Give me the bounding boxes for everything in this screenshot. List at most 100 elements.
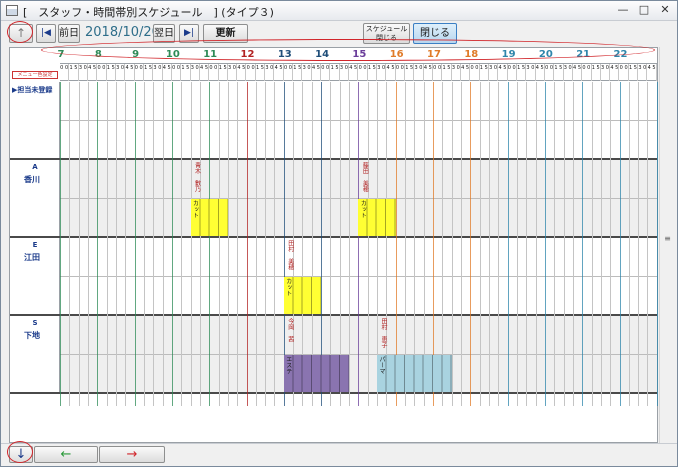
grid-line — [647, 82, 649, 406]
grid-line — [237, 82, 239, 406]
form-icon — [6, 5, 18, 16]
grid-line — [134, 82, 136, 406]
appointment-customer-name[interactable]: 田村 恵子 — [379, 318, 388, 348]
grid-line — [563, 82, 565, 406]
next-day-button[interactable]: 翌日 — [153, 24, 175, 43]
hour-label: 13 — [277, 49, 292, 60]
last-day-button[interactable]: ▶| — [179, 24, 199, 43]
minute-label: 0 0 — [470, 64, 480, 81]
minute-label: 1 5 — [517, 64, 527, 81]
scroll-up-button[interactable]: ↑ — [9, 24, 33, 43]
minute-label: 3 0 — [191, 64, 200, 81]
grid-line — [516, 82, 518, 406]
app-window: [ スタッフ・時間帯別スケジュール ] (タイプ３) — □ ✕ ↑ |◀ 前日… — [0, 0, 678, 467]
grid-line — [451, 82, 453, 406]
minute-label: 0 0 — [172, 64, 182, 81]
minute-label: 0 0 — [582, 64, 592, 81]
hour-label: 11 — [203, 49, 218, 60]
minute-label: 4 5 — [573, 64, 583, 81]
minute-label: 3 0 — [452, 64, 461, 81]
staff-label[interactable]: ▶担当未登録 — [10, 82, 60, 158]
hour-label: 17 — [427, 49, 441, 60]
staff-code: A — [32, 163, 38, 171]
schedule-close-button[interactable]: スケジュール閉じる — [363, 23, 410, 44]
minute-label: 4 5 — [461, 64, 471, 81]
scroll-down-button[interactable]: ↓ — [9, 446, 33, 463]
appointment-customer-name[interactable]: 青木 數乃 — [193, 162, 202, 192]
appointment-block[interactable]: カット — [358, 199, 396, 236]
bottom-bar: ↓ ← → — [1, 443, 677, 466]
hour-label: 14 — [315, 49, 330, 60]
minute-label: 3 0 — [153, 64, 163, 81]
appointment-block[interactable]: パーマ — [377, 355, 452, 392]
minute-label: 0 0 — [508, 64, 517, 81]
staff-label[interactable]: E 江田 — [10, 238, 60, 314]
title-bar: [ スタッフ・時間帯別スケジュール ] (タイプ３) — □ ✕ — [1, 1, 677, 21]
grid-line — [349, 82, 351, 406]
minute-label: 1 5 — [181, 64, 191, 81]
minute-label: 4 5 — [647, 64, 657, 81]
minute-label: 3 0 — [79, 64, 88, 81]
minimize-button[interactable]: — — [613, 3, 633, 18]
close-window-button[interactable]: ✕ — [655, 3, 675, 18]
grid-line — [358, 82, 360, 406]
minute-label: 4 5 — [237, 64, 247, 81]
scroll-left-button[interactable]: ← — [34, 446, 98, 463]
minute-label: 4 5 — [424, 64, 433, 81]
grid-line — [460, 82, 462, 406]
minute-label: 1 5 — [330, 64, 340, 81]
minute-label: 1 5 — [293, 64, 303, 81]
minute-label: 4 5 — [610, 64, 620, 81]
appointment-menu: カット — [191, 200, 199, 218]
grid-line — [218, 82, 220, 406]
hour-label: 10 — [165, 49, 180, 60]
staff-label[interactable]: A 香川 — [10, 160, 60, 236]
minute-label: 3 0 — [489, 64, 499, 81]
hour-label: 16 — [389, 49, 404, 60]
minute-label: 3 0 — [228, 64, 238, 81]
close-form-button[interactable]: 閉じる — [413, 23, 457, 44]
minute-label: 3 0 — [564, 64, 573, 81]
hour-label: 21 — [576, 49, 591, 60]
first-day-button[interactable]: |◀ — [36, 24, 56, 43]
grid-line — [582, 82, 584, 406]
hour-label: 7 — [57, 49, 65, 60]
grid-line — [190, 82, 192, 406]
appointment-menu: カット — [284, 278, 292, 296]
grid-line — [199, 82, 201, 406]
refresh-button[interactable]: 更新 — [203, 24, 248, 43]
maximize-button[interactable]: □ — [634, 3, 654, 18]
hour-label: 9 — [132, 49, 140, 60]
vertical-scrollbar[interactable]: ≡ — [659, 47, 675, 443]
minute-label: 1 5 — [629, 64, 639, 81]
minute-label: 0 0 — [97, 64, 107, 81]
grid-line — [628, 82, 630, 406]
minute-label: 4 5 — [200, 64, 210, 81]
appointment-menu: カット — [359, 200, 367, 218]
menu-color-settings-button[interactable]: メニュー色設定 — [12, 71, 58, 79]
appointment-block[interactable]: エステ — [283, 355, 350, 392]
minute-label: 3 0 — [265, 64, 275, 81]
grid-line — [153, 82, 155, 406]
minute-label: 4 5 — [349, 64, 359, 81]
hour-label: 12 — [240, 49, 255, 60]
grid-line — [78, 82, 80, 406]
unassigned-label: ▶担当未登録 — [12, 86, 53, 94]
minute-label: 4 5 — [498, 64, 508, 81]
scroll-right-button[interactable]: → — [99, 446, 165, 463]
appointment-customer-name[interactable]: 今岡 茜 — [286, 318, 295, 342]
minute-label: 1 5 — [554, 64, 564, 81]
appointment-block[interactable]: カット — [283, 277, 322, 314]
appointment-block[interactable]: カット — [190, 199, 228, 236]
grid-line — [274, 82, 276, 406]
appointment-customer-name[interactable]: 田村 美穂 — [286, 240, 295, 270]
previous-day-button[interactable]: 前日 — [58, 24, 80, 43]
appointment-customer-name[interactable]: 藤田 美穂 — [360, 162, 369, 192]
minute-label: 1 5 — [144, 64, 154, 81]
minute-label: 0 0 — [284, 64, 294, 81]
minute-label: 0 0 — [321, 64, 331, 81]
minute-label: 0 0 — [396, 64, 405, 81]
staff-label[interactable]: S 下地 — [10, 316, 60, 392]
grid-line — [162, 82, 164, 406]
staff-code: S — [32, 319, 38, 327]
